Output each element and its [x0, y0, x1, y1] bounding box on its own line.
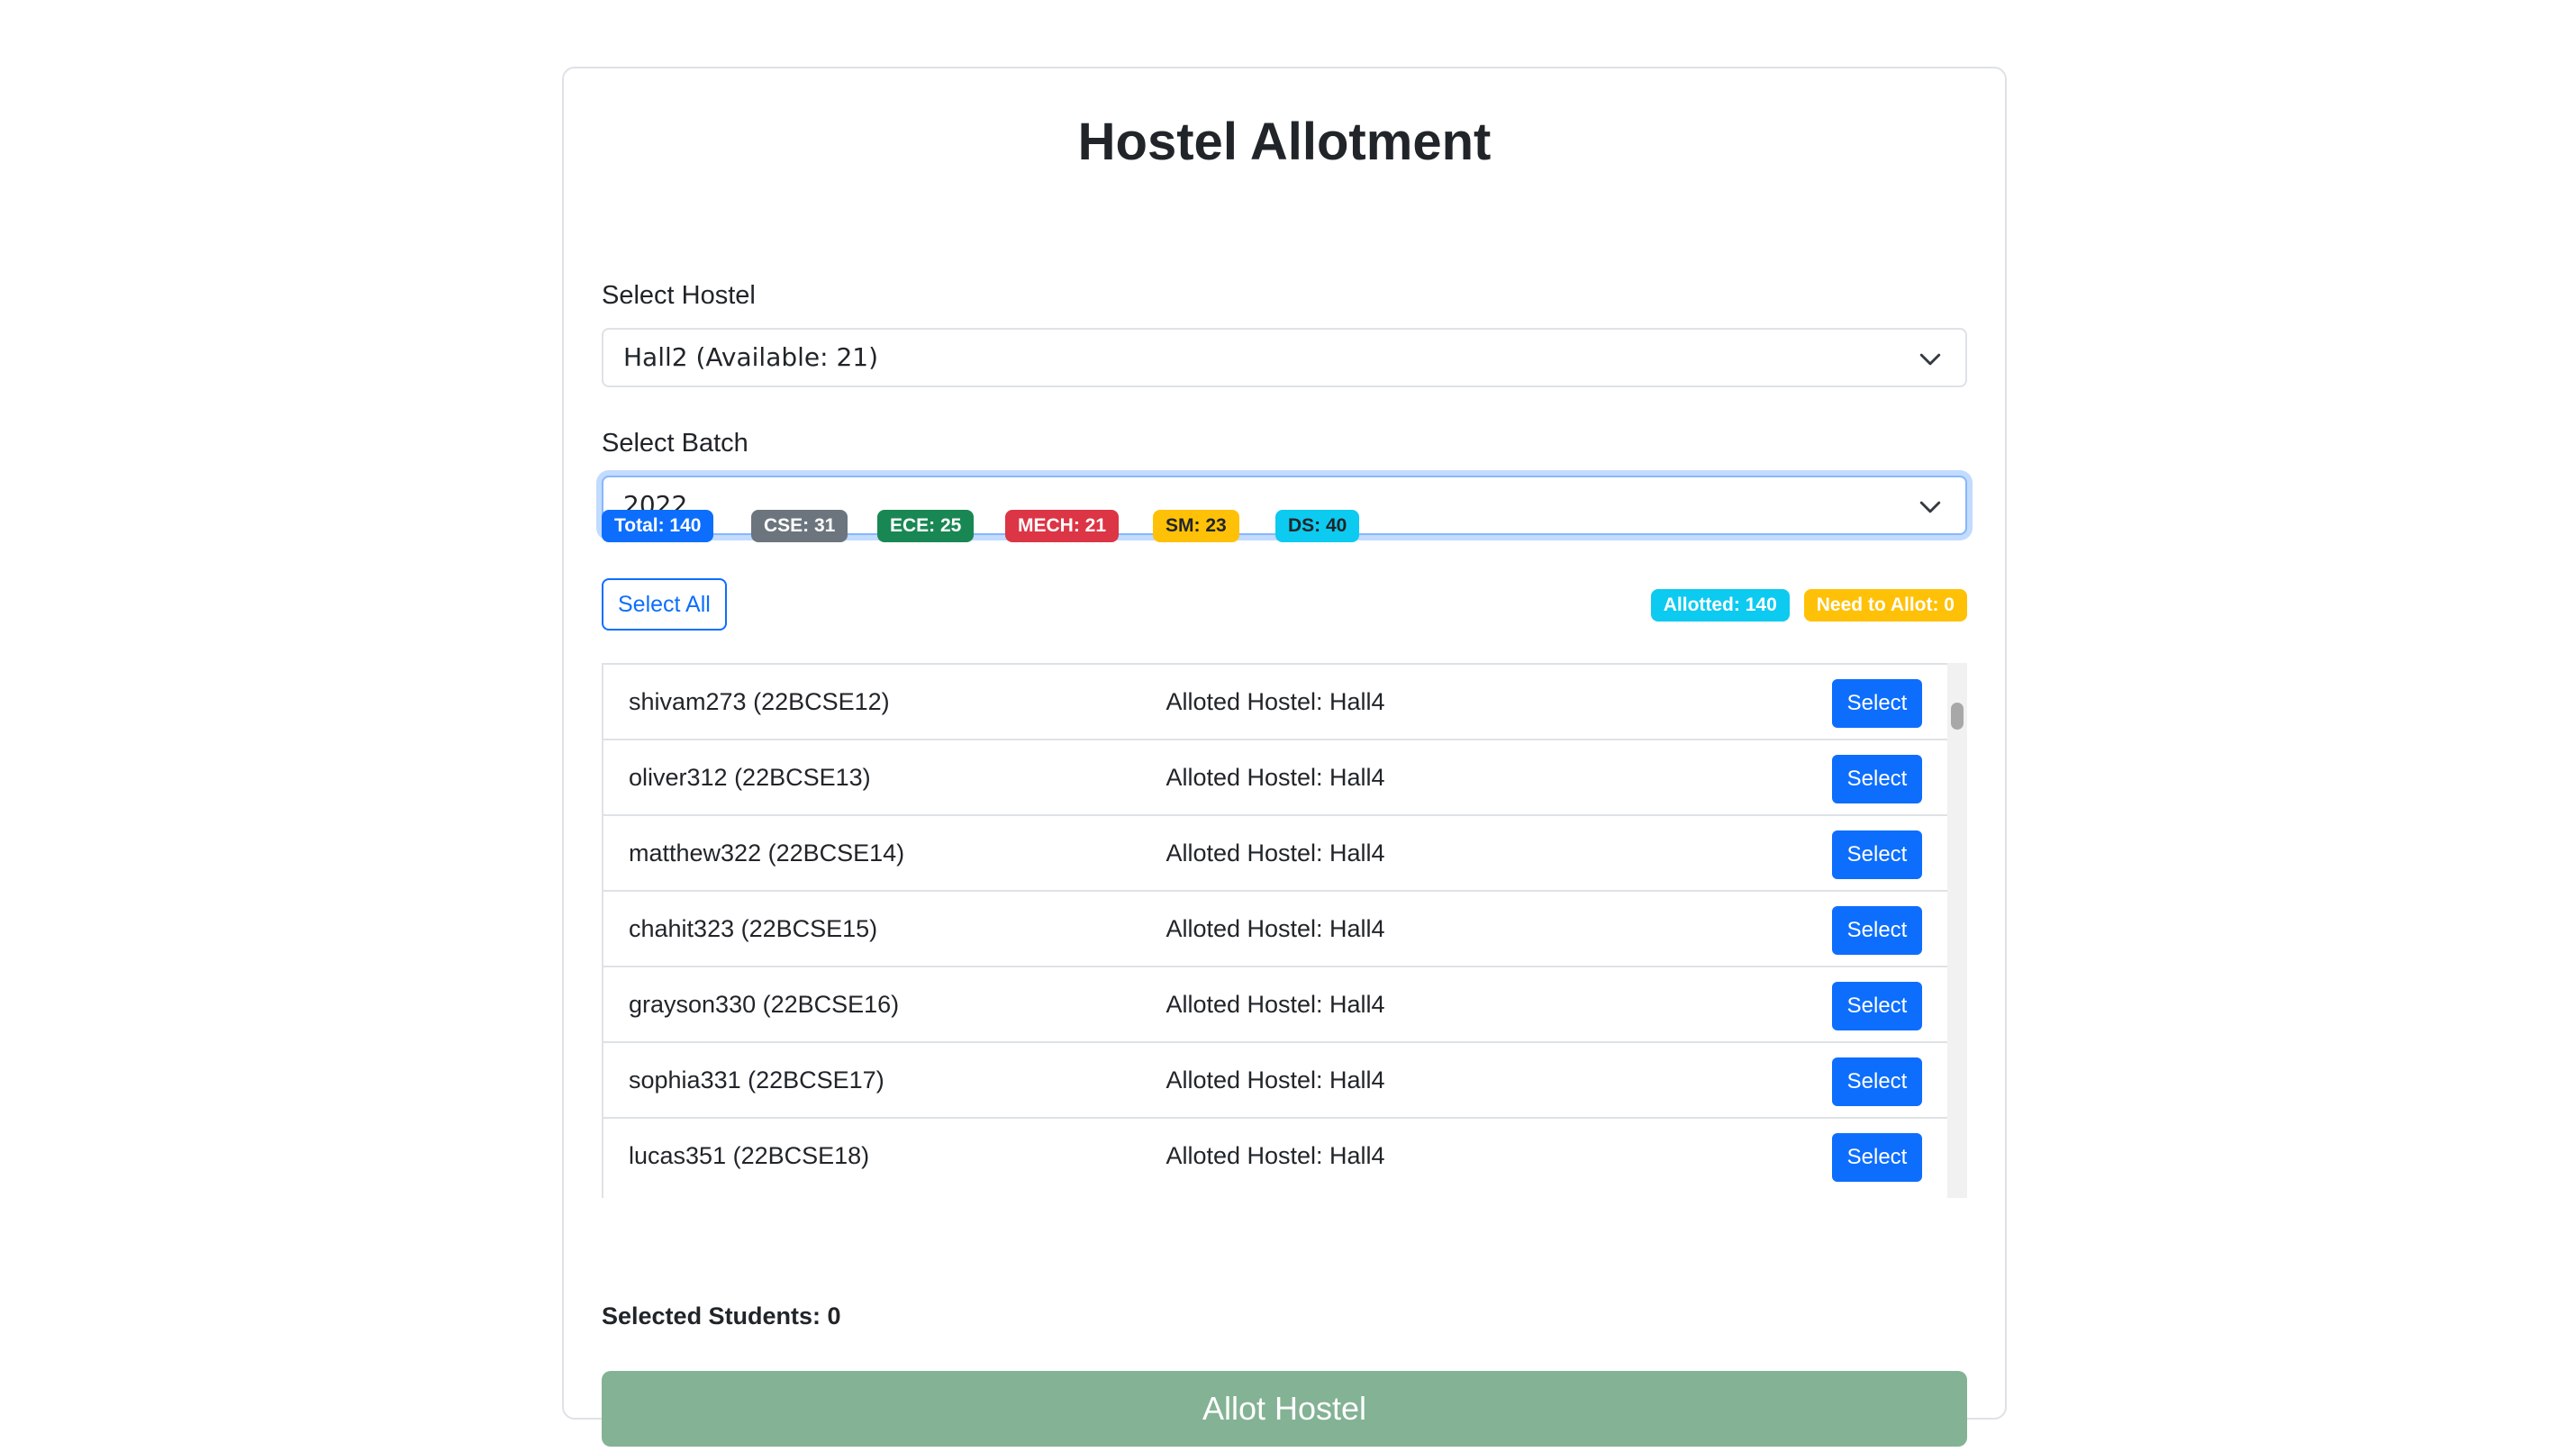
student-list[interactable]: shivam273 (22BCSE12) Alloted Hostel: Hal… [602, 663, 1967, 1198]
select-student-button[interactable]: Select [1832, 1133, 1922, 1182]
select-student-button[interactable]: Select [1832, 679, 1922, 728]
ece-badge: ECE: 25 [877, 510, 975, 542]
allotment-status: Allotted: 140 Need to Allot: 0 [1650, 589, 1967, 622]
list-item: grayson330 (22BCSE16) Alloted Hostel: Ha… [603, 966, 1947, 1041]
sm-badge: SM: 23 [1153, 510, 1239, 542]
list-scrollbar[interactable] [1947, 663, 1967, 1198]
batch-label: Select Batch [602, 429, 748, 458]
select-student-button[interactable]: Select [1832, 830, 1922, 879]
select-all-button[interactable]: Select All [602, 578, 727, 631]
list-item: matthew322 (22BCSE14) Alloted Hostel: Ha… [603, 814, 1947, 890]
select-student-button[interactable]: Select [1832, 982, 1922, 1030]
student-hostel: Alloted Hostel: Hall4 [1166, 915, 1385, 942]
page-title: Hostel Allotment [1077, 113, 1492, 171]
list-item: shivam273 (22BCSE12) Alloted Hostel: Hal… [603, 663, 1947, 739]
select-student-button[interactable]: Select [1832, 1057, 1922, 1106]
student-hostel: Alloted Hostel: Hall4 [1166, 991, 1385, 1018]
student-hostel: Alloted Hostel: Hall4 [1166, 688, 1385, 715]
hostel-select[interactable]: Hall2 (Available: 21) [602, 328, 1967, 387]
select-student-button[interactable]: Select [1832, 906, 1922, 955]
hostel-select-value: Hall2 (Available: 21) [623, 342, 879, 372]
student-hostel: Alloted Hostel: Hall4 [1166, 1142, 1385, 1169]
stats-badges: Total: 140 CSE: 31 ECE: 25 MECH: 21 SM: … [602, 510, 1967, 542]
student-hostel: Alloted Hostel: Hall4 [1166, 764, 1385, 791]
hostel-label: Select Hostel [602, 281, 756, 310]
selected-students-count: Selected Students: 0 [602, 1302, 841, 1329]
allot-hostel-button[interactable]: Allot Hostel [602, 1371, 1967, 1447]
total-badge: Total: 140 [602, 510, 714, 542]
ds-badge: DS: 40 [1275, 510, 1360, 542]
scrollbar-thumb[interactable] [1951, 703, 1964, 730]
list-item: oliver312 (22BCSE13) Alloted Hostel: Hal… [603, 739, 1947, 814]
chevron-down-icon [1919, 353, 1941, 366]
list-item: chahit323 (22BCSE15) Alloted Hostel: Hal… [603, 890, 1947, 966]
list-item: lucas351 (22BCSE18) Alloted Hostel: Hall… [603, 1117, 1947, 1193]
select-student-button[interactable]: Select [1832, 755, 1922, 803]
student-list-items: shivam273 (22BCSE12) Alloted Hostel: Hal… [603, 663, 1947, 1193]
mech-badge: MECH: 21 [1005, 510, 1120, 542]
need-to-allot-badge: Need to Allot: 0 [1803, 589, 1967, 622]
cse-badge: CSE: 31 [751, 510, 848, 542]
student-hostel: Alloted Hostel: Hall4 [1166, 1066, 1385, 1094]
card-body: Hostel Allotment Select Hostel Hall2 (Av… [602, 68, 1967, 1447]
list-item: sophia331 (22BCSE17) Alloted Hostel: Hal… [603, 1041, 1947, 1117]
allotment-card: Hostel Allotment Select Hostel Hall2 (Av… [562, 67, 2007, 1447]
allotted-badge: Allotted: 140 [1650, 589, 1790, 622]
student-hostel: Alloted Hostel: Hall4 [1166, 839, 1385, 867]
